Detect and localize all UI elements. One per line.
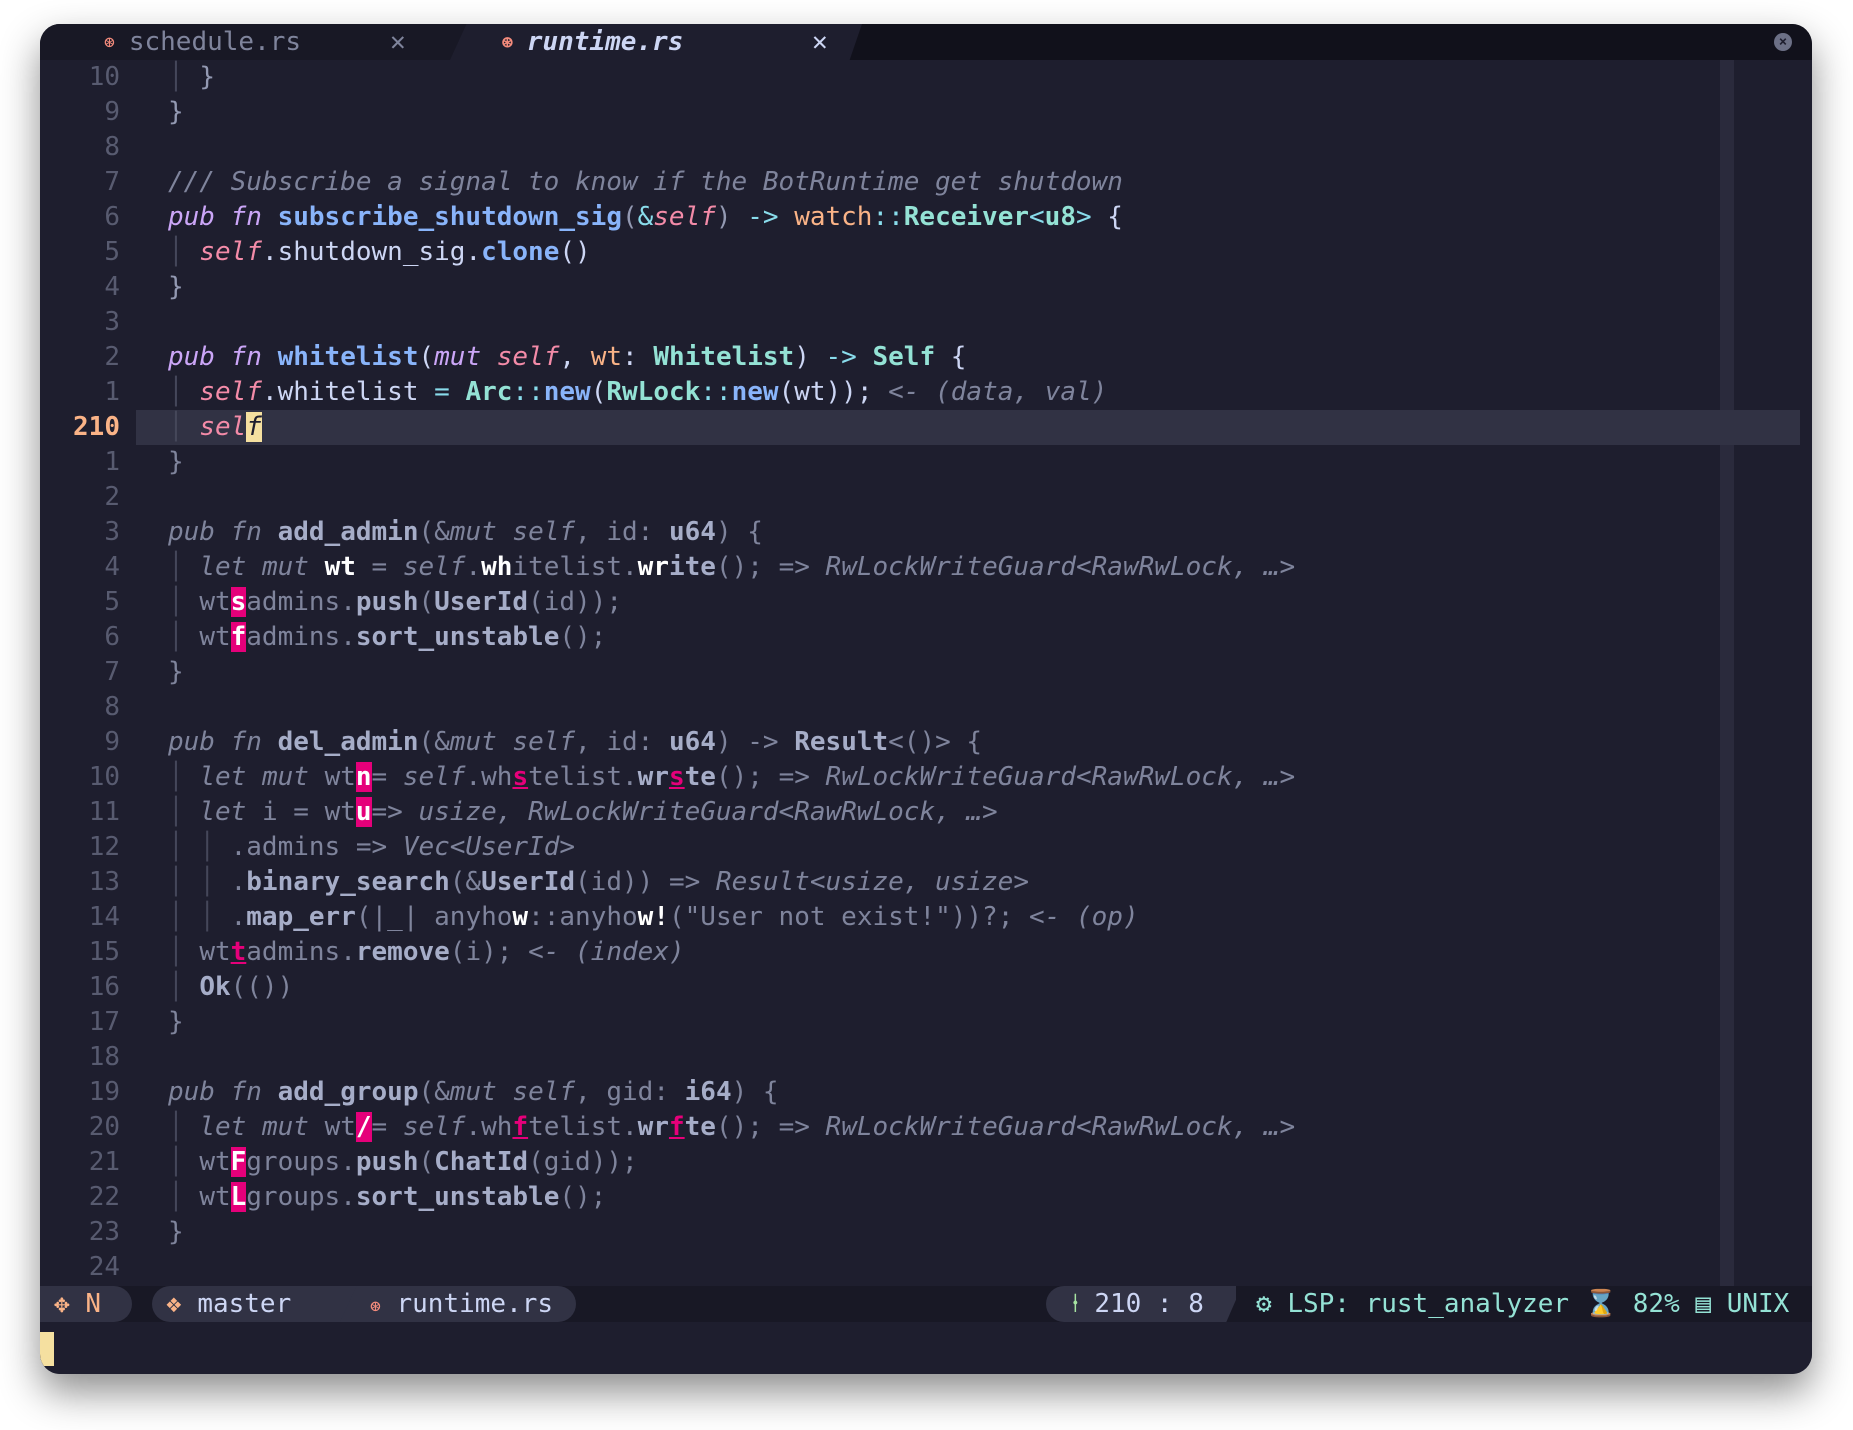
command-line[interactable] [40, 1322, 1812, 1374]
jump-label[interactable]: s [669, 762, 685, 792]
code-line: 1 │ self.whitelist = Arc::new(RwLock::new… [104, 377, 1108, 407]
lsp-status: ⚙ LSP: rust_analyzer ⌛ 82% ▤ UNIX [1236, 1286, 1796, 1322]
rust-file-icon: ⊛ [502, 31, 513, 53]
code-line: 16 │ Ok(()) [88, 972, 294, 1002]
code-line: 13 │ │ .binary_search(&UserId(id)) => Res… [88, 867, 1029, 897]
code-line: 17} [88, 1007, 184, 1037]
cursor-position: ⍿ 210 : 8 [1046, 1286, 1242, 1322]
code-line: 2 pub fn whitelist(mut self, wt: Whitelis… [104, 342, 967, 372]
rust-file-icon: ⊛ [370, 1296, 381, 1317]
tab-schedule-rs[interactable]: ⊛ schedule.rs ✕ [40, 24, 470, 60]
code-line: 24 [88, 1252, 120, 1282]
line-icon: ⍿ [1072, 1289, 1079, 1319]
file-format-icon: ▤ [1695, 1289, 1712, 1319]
code-line: 10 │ } [88, 62, 215, 92]
gears-icon: ⚙ [1256, 1289, 1272, 1319]
code-line: 19 pub fn add_group(&mut self, gid: i64) … [88, 1077, 779, 1107]
tab-label: schedule.rs [128, 27, 302, 57]
command-cursor [40, 1332, 54, 1366]
code-line: 4 │ let mut wt = self.whitelist.write(); … [104, 552, 1296, 582]
code-editor[interactable]: 10 │ } 9} 8 7/// Subscribe a signal to kn… [40, 60, 1812, 1310]
rust-file-icon: ⊛ [104, 31, 115, 53]
code-line: 10 │ let mut wtn= self.whstelist.wrste();… [88, 762, 1296, 792]
code-line: 7/// Subscribe a signal to know if the B… [104, 167, 1123, 197]
hourglass-icon: ⌛ [1584, 1289, 1618, 1319]
window-close-icon[interactable]: × [1774, 33, 1792, 51]
jump-label[interactable]: s [230, 587, 247, 617]
jump-label[interactable]: u [355, 797, 372, 827]
jump-label[interactable]: s [512, 762, 528, 792]
code-line: 21 │ wtFgroups.push(ChatId(gid)); [88, 1147, 638, 1177]
jump-label[interactable]: L [230, 1182, 247, 1212]
code-line: 20 │ let mut wt/= self.whftelist.wrfte();… [88, 1112, 1296, 1142]
jump-label[interactable]: f [512, 1112, 528, 1142]
tab-runtime-rs[interactable]: ⊛ runtime.rs ✕ [450, 24, 862, 60]
code-line: 12 │ │ .admins => Vec<UserId> [88, 832, 576, 862]
code-line: 11 │ let i = wtu=> usize, RwLockWriteGuar… [88, 797, 998, 827]
jump-label[interactable]: f [669, 1112, 685, 1142]
code-line: 8 [104, 132, 120, 162]
jump-label[interactable]: t [231, 937, 247, 967]
code-line: 18 [88, 1042, 120, 1072]
mode-indicator: ✥ N [40, 1286, 132, 1322]
file-format: UNIX [1726, 1289, 1790, 1319]
close-icon[interactable]: ✕ [390, 27, 406, 57]
code-line: 1} [104, 447, 184, 477]
code-line: 15 │ wttadmins.remove(i); <- (index) [88, 937, 685, 967]
code-line: 23} [88, 1217, 184, 1247]
jump-label[interactable]: f [230, 622, 247, 652]
status-filename[interactable]: ⊛ runtime.rs [340, 1286, 576, 1322]
code-line: 14 │ │ .map_err(|_| anyhow::anyhow!("User… [88, 902, 1139, 932]
jump-label[interactable]: n [355, 762, 372, 792]
editor-window: ⊛ schedule.rs ✕ ⊛ runtime.rs ✕ × 10 │ } 9… [40, 24, 1812, 1374]
code-line: 6 │ wtfadmins.sort_unstable(); [104, 622, 607, 652]
code-line: 9 pub fn del_admin(&mut self, id: u64) ->… [104, 727, 983, 757]
lsp-progress: 82% [1632, 1289, 1680, 1319]
jump-label[interactable]: / [355, 1112, 372, 1142]
code-line: 4} [104, 272, 184, 302]
tab-bar: ⊛ schedule.rs ✕ ⊛ runtime.rs ✕ × [40, 24, 1812, 60]
jump-label[interactable]: F [230, 1147, 247, 1177]
code-line: 7} [104, 657, 184, 687]
current-line: 210 │ self [73, 410, 1800, 445]
tab-label: runtime.rs [526, 27, 684, 57]
git-branch[interactable]: ❖ master [152, 1286, 362, 1322]
code-line: 3 [104, 307, 120, 337]
code-line: 2 [104, 482, 120, 512]
code-line: 5 │ self.shutdown_sig.clone() [104, 237, 591, 267]
status-bar: ✥ N ❖ master ⊛ runtime.rs ⍿ 210 : 8 ⚙ LS… [40, 1286, 1812, 1322]
code-line: 8 [104, 692, 120, 722]
code-line: 5 │ wtsadmins.push(UserId(id)); [104, 587, 622, 617]
git-branch-icon: ❖ [166, 1289, 182, 1319]
code-line: 22 │ wtLgroups.sort_unstable(); [88, 1182, 607, 1212]
code-line: 3 pub fn add_admin(&mut self, id: u64) { [104, 517, 763, 547]
close-icon[interactable]: ✕ [812, 27, 828, 57]
move-icon: ✥ [54, 1289, 70, 1319]
text-cursor: f [246, 412, 262, 442]
code-line: 9} [104, 97, 184, 127]
code-line: 6 pub fn subscribe_shutdown_sig(&self) ->… [104, 202, 1123, 232]
